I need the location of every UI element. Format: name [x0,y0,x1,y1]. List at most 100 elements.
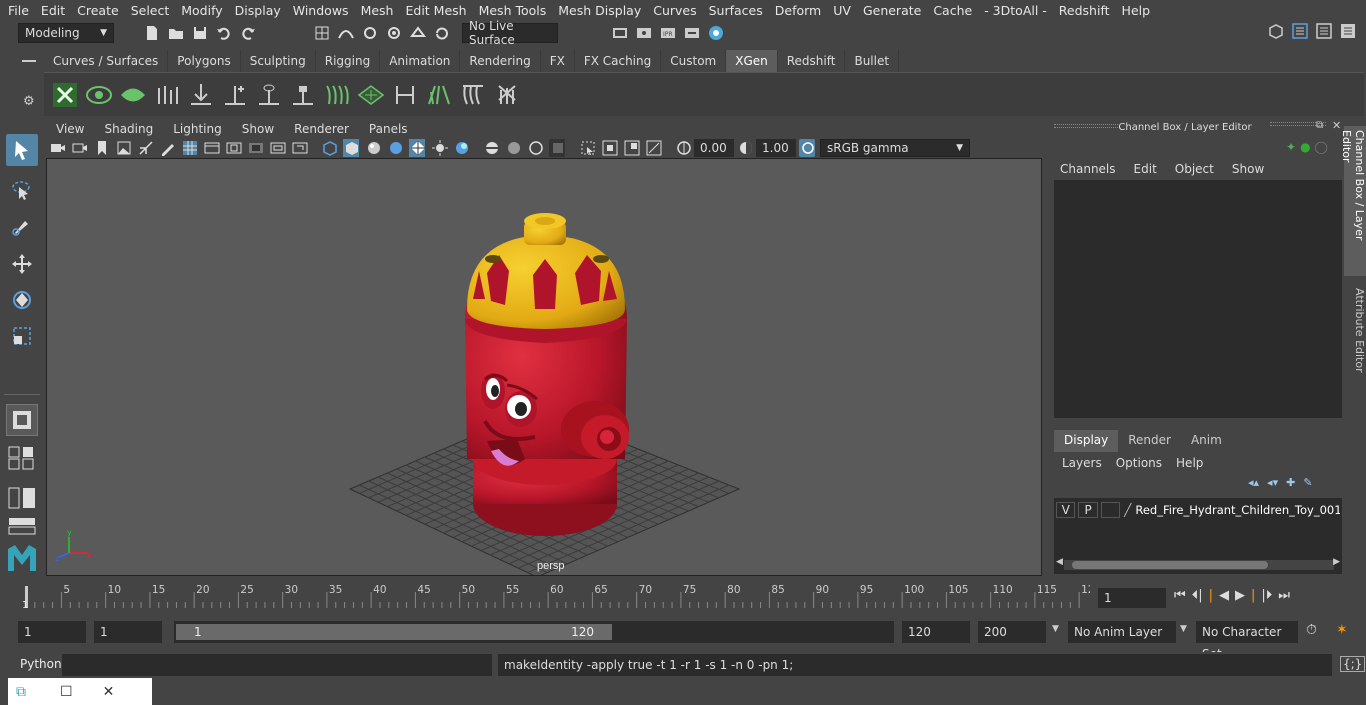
menu-item[interactable]: Redshift [1053,3,1116,18]
layer-visibility-toggle[interactable]: V [1056,502,1076,518]
tool-settings-icon[interactable] [1315,22,1333,40]
float-panel-icon[interactable]: ⧉ [1316,120,1323,131]
layer-tab[interactable]: Render [1118,430,1181,452]
menu-item[interactable]: Mesh Tools [473,3,553,18]
channel-list[interactable] [1054,180,1342,418]
gate-mask-icon[interactable] [247,139,263,157]
xgen-add-spline-icon[interactable] [220,78,250,112]
maya-app-icon[interactable]: ⧉ [16,684,26,700]
attribute-editor-icon[interactable] [1291,22,1309,40]
layer-color-icon[interactable]: ╱ [1124,503,1131,517]
live-surface-field[interactable]: No Live Surface [462,19,558,47]
camera-select-icon[interactable] [49,139,65,157]
make-live-icon[interactable] [433,24,451,42]
layer-tab[interactable]: Display [1054,430,1119,452]
menu-item[interactable]: Generate [857,3,927,18]
exposure-icon[interactable] [675,139,691,157]
menu-item[interactable]: Windows [287,3,355,18]
save-scene-icon[interactable] [191,24,209,42]
gamma-icon[interactable] [737,139,753,157]
image-plane-icon[interactable] [115,139,131,157]
safe-action-icon[interactable] [291,139,308,157]
xgen-delete-guide-icon[interactable] [492,78,522,112]
field-chart-icon[interactable] [269,139,286,157]
channel-box-menu-item[interactable]: Show [1232,162,1264,176]
chevron-down-icon[interactable]: ▼ [1052,624,1059,634]
maximize-icon[interactable]: ☐ [60,684,73,700]
xray-icon[interactable] [505,139,521,157]
layer-playback-toggle[interactable]: P [1078,502,1098,518]
playback-end-field[interactable]: 120 [902,621,970,643]
backface-icon[interactable] [549,139,565,157]
grease-pencil-icon[interactable] [159,139,175,157]
color-space-dropdown[interactable]: sRGB gamma ▼ [820,139,970,157]
xgen-guide-groom-icon[interactable] [322,78,352,112]
animation-start-field[interactable]: 1 [18,621,86,643]
anim-layer-field[interactable]: No Anim Layer [1068,621,1176,643]
open-scene-icon[interactable] [167,24,185,42]
perspective-viewport[interactable]: x y z persp [46,158,1042,576]
channel-box-menu-item[interactable]: Channels [1060,162,1116,176]
shelf-tab[interactable]: XGen [726,50,778,72]
menu-item[interactable]: - 3DtoAll - [978,3,1053,18]
resolution-gate-icon[interactable] [225,139,242,157]
default-material-icon[interactable] [365,139,381,157]
step-back-icon[interactable]: ⏴︎| [1192,588,1203,603]
time-slider[interactable]: 1 5 10 15 20 25 30 35 40 45 50 55 60 65 70 75 80 85 90 95 10… [18,582,1095,612]
viewport-menu-item[interactable]: Renderer [284,122,359,136]
play-backward-icon[interactable]: ◀ [1219,588,1229,603]
menu-item[interactable]: Edit [35,3,71,18]
chevron-down-icon[interactable]: ▼ [1180,624,1187,634]
2d-pan-zoom-icon[interactable] [137,139,153,157]
shelf-menu-icon[interactable] [22,60,36,62]
animation-preferences-icon[interactable]: ✶ [1336,622,1348,638]
modeling-toolkit-icon[interactable] [1267,22,1285,40]
move-layer-down-icon[interactable]: ◂▾ [1267,476,1278,489]
lighting-icon[interactable] [409,139,425,157]
move-layer-up-icon[interactable]: ◂▴ [1248,476,1259,489]
shelf-tab[interactable]: Rigging [316,50,381,72]
ambient-occlusion-icon[interactable] [453,139,469,157]
shadows-icon[interactable] [431,139,448,157]
viewport-menu-item[interactable]: Panels [359,122,418,136]
snap-curve-icon[interactable] [337,24,355,42]
viewport-menu-item[interactable]: Shading [94,122,163,136]
menu-item[interactable]: Display [229,3,287,18]
shelf-tab[interactable]: FX Caching [575,50,662,72]
smooth-shade-icon[interactable] [343,139,359,157]
snap-surface-icon[interactable] [409,24,427,42]
snap-grid-icon[interactable] [313,24,331,42]
shelf-tab[interactable]: Polygons [168,50,241,72]
camera-attributes-icon[interactable] [71,139,87,157]
snap-point-icon[interactable] [361,24,379,42]
wireframe-icon[interactable] [321,139,337,157]
xgen-editor-icon[interactable] [50,78,80,112]
viewport-menu-item[interactable]: Lighting [163,122,232,136]
two-d-zoom-icon[interactable] [645,139,662,157]
xgen-add-guide-icon[interactable] [152,78,182,112]
channel-box-menu-item[interactable]: Edit [1134,162,1157,176]
render-settings-icon[interactable] [683,24,701,42]
snap-view-icon[interactable] [385,24,403,42]
new-scene-icon[interactable] [143,24,161,42]
step-forward-icon[interactable]: |⏵︎ [1261,588,1272,603]
select-camera-icon[interactable] [579,139,595,157]
four-view-layout-icon[interactable] [6,444,38,472]
shelf-tab[interactable]: Bullet [845,50,900,72]
range-slider-handle[interactable]: 1 120 [176,624,612,640]
menu-item[interactable]: Select [125,3,176,18]
lasso-tool-icon[interactable] [6,174,38,206]
undo-icon[interactable] [215,24,233,42]
layer-options-icon[interactable]: ◯ [1315,140,1328,154]
menu-item[interactable]: Edit Mesh [399,3,472,18]
menu-item[interactable]: Create [71,3,125,18]
step-forward-key-icon[interactable]: | [1251,588,1255,603]
layer-menu-item[interactable]: Layers [1062,456,1102,470]
bookmark-icon[interactable] [93,139,109,157]
menu-item[interactable]: Help [1116,3,1157,18]
select-tool-icon[interactable] [6,134,38,166]
rotate-tool-icon[interactable] [6,284,38,316]
layer-menu-item[interactable]: Help [1176,456,1203,470]
command-language-label[interactable]: Python [20,657,62,671]
color-management-icon[interactable] [799,139,815,157]
